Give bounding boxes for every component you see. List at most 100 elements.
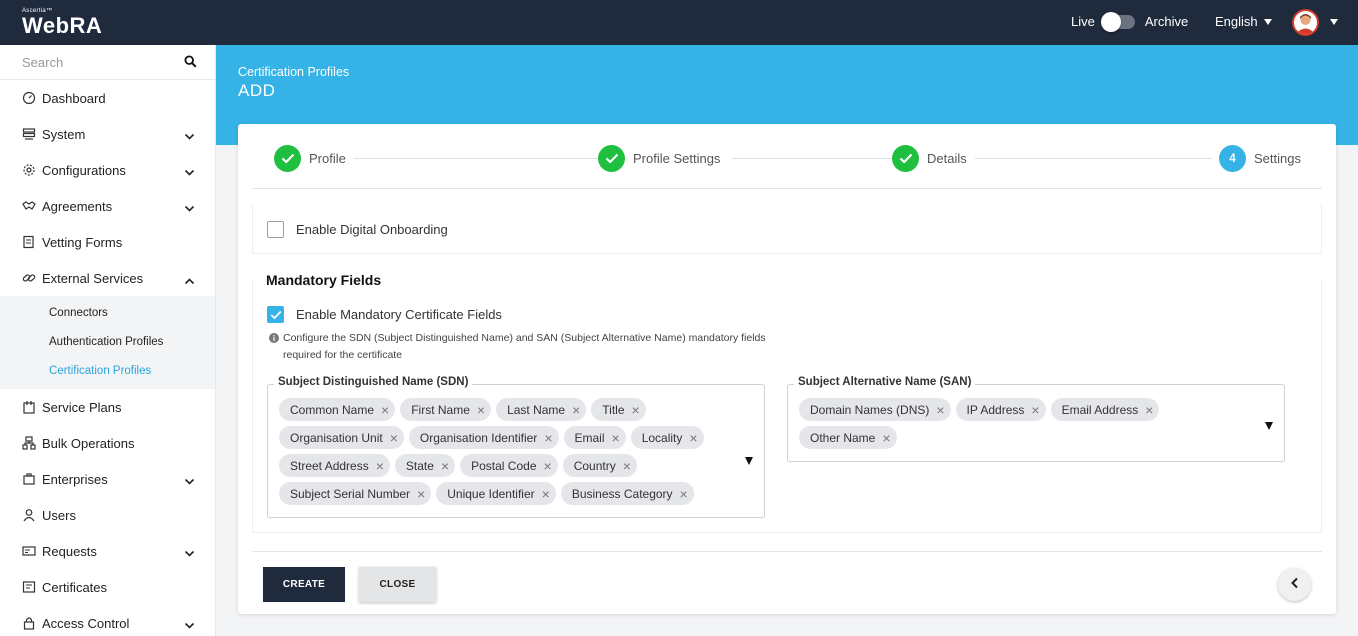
sidebar-item-dashboard[interactable]: Dashboard [0,80,215,116]
chevron-down-icon [184,546,195,561]
remove-chip-icon[interactable]: × [1145,403,1153,417]
chip: Other Name × [799,426,897,449]
chevron-down-icon [184,129,195,144]
live-archive-toggle[interactable]: Live Archive [1071,11,1189,32]
digital-onboarding-section: Enable Digital Onboarding [252,204,1322,254]
logo-brand: WebRA [22,13,103,38]
remove-chip-icon[interactable]: × [623,459,631,473]
sidebar-item-label: System [42,126,86,142]
breadcrumb: Certification Profiles [238,65,350,79]
mandatory-cert-checkbox[interactable] [267,306,284,323]
step-settings[interactable]: 4 Settings [1219,145,1301,172]
sidebar-subitem-connectors[interactable]: Connectors [0,298,215,327]
chip-label: Business Category [571,486,673,501]
avatar[interactable] [1292,9,1319,36]
sidebar-item-vetting-forms[interactable]: Vetting Forms [0,224,215,260]
sidebar-item-certificates[interactable]: Certificates [0,569,215,605]
chevron-down-icon [184,474,195,489]
collapse-button[interactable] [1278,568,1311,601]
remove-chip-icon[interactable]: × [441,459,449,473]
search-input[interactable] [0,45,160,79]
certificate-icon [22,580,36,594]
mandatory-cert-checkbox-row[interactable]: Enable Mandatory Certificate Fields [267,306,502,323]
chip: Locality × [630,426,704,449]
mandatory-fields-title: Mandatory Fields [266,272,382,288]
digital-onboarding-checkbox-row[interactable]: Enable Digital Onboarding [267,221,448,238]
sidebar-item-users[interactable]: Users [0,497,215,533]
dropdown-arrow-icon[interactable] [745,457,753,465]
remove-chip-icon[interactable]: × [542,487,550,501]
digital-onboarding-checkbox[interactable] [267,221,284,238]
archive-label: Archive [1144,14,1189,29]
search-icon[interactable] [184,55,197,73]
sidebar-subitem-authentication-profiles[interactable]: Authentication Profiles [0,327,215,356]
chip: State × [394,454,456,477]
bulk-icon [22,436,36,450]
chip: Street Address × [279,454,390,477]
info-text-line1: Configure the SDN (Subject Distinguished… [283,332,766,344]
close-button[interactable]: CLOSE [359,567,436,602]
language-selector[interactable]: English [1215,14,1272,29]
chip-label: Unique Identifier [447,486,535,501]
remove-chip-icon[interactable]: × [882,431,890,445]
chip-label: Email Address [1061,402,1139,417]
remove-chip-icon[interactable]: × [477,403,485,417]
sidebar-subitem-certification-profiles[interactable]: Certification Profiles [0,356,215,385]
remove-chip-icon[interactable]: × [390,431,398,445]
sdn-multiselect[interactable]: Subject Distinguished Name (SDN) Common … [267,376,765,518]
stepper: Profile Profile Settings Details 4 Setti… [252,124,1322,189]
sidebar-item-configurations[interactable]: Configurations [0,152,215,188]
remove-chip-icon[interactable]: × [680,487,688,501]
remove-chip-icon[interactable]: × [417,487,425,501]
sidebar-item-system[interactable]: System [0,116,215,152]
sidebar-item-label: Service Plans [42,399,122,415]
remove-chip-icon[interactable]: × [1031,403,1039,417]
sidebar-item-enterprises[interactable]: Enterprises [0,461,215,497]
sidebar-item-label: Dashboard [42,90,106,106]
external-services-subnav: Connectors Authentication Profiles Certi… [0,296,215,389]
sidebar-item-requests[interactable]: Requests [0,533,215,569]
sidebar-item-label: Users [42,507,76,523]
step-label: Profile Settings [633,151,721,166]
remove-chip-icon[interactable]: × [381,403,389,417]
remove-chip-icon[interactable]: × [936,403,944,417]
remove-chip-icon[interactable]: × [572,403,580,417]
chip-label: Street Address [290,458,369,473]
remove-chip-icon[interactable]: × [544,431,552,445]
remove-chip-icon[interactable]: × [689,431,697,445]
stepper-connector [972,158,1212,159]
sidebar-item-bulk-operations[interactable]: Bulk Operations [0,425,215,461]
handshake-icon [22,199,36,213]
sidebar-item-agreements[interactable]: Agreements [0,188,215,224]
dropdown-arrow-icon[interactable] [1265,422,1273,430]
create-button[interactable]: CREATE [263,567,345,602]
sidebar-item-label: Requests [42,543,97,559]
chip: Domain Names (DNS) × [799,398,951,421]
step-details[interactable]: Details [892,145,975,172]
step-profile-settings[interactable]: Profile Settings [598,145,729,172]
sidebar-item-label: Vetting Forms [42,234,123,250]
sdn-chip-list: Common Name × First Name × Last Name × Titl… [279,398,709,505]
stepper-connector [732,158,902,159]
remove-chip-icon[interactable]: × [544,459,552,473]
chip-label: Other Name [810,430,876,445]
info-icon: i [269,333,279,343]
live-label: Live [1071,14,1095,29]
san-multiselect[interactable]: Subject Alternative Name (SAN) Domain Na… [787,376,1285,462]
chip: Subject Serial Number × [279,482,432,505]
toggle-switch[interactable] [1100,11,1135,32]
chip: Postal Code × [460,454,558,477]
remove-chip-icon[interactable]: × [376,459,384,473]
step-label: Profile [309,151,346,166]
avatar-caret-down-icon[interactable] [1330,19,1338,25]
sidebar-item-label: Certificates [42,579,108,595]
remove-chip-icon[interactable]: × [612,431,620,445]
chip: First Name × [400,398,492,421]
sidebar-item-access-control[interactable]: Access Control [0,605,215,636]
sidebar-item-external-services[interactable]: External Services [0,260,215,296]
link-icon [22,271,36,285]
step-profile[interactable]: Profile [274,145,354,172]
sidebar-item-service-plans[interactable]: Service Plans [0,389,215,425]
remove-chip-icon[interactable]: × [632,403,640,417]
search-box [0,45,215,80]
